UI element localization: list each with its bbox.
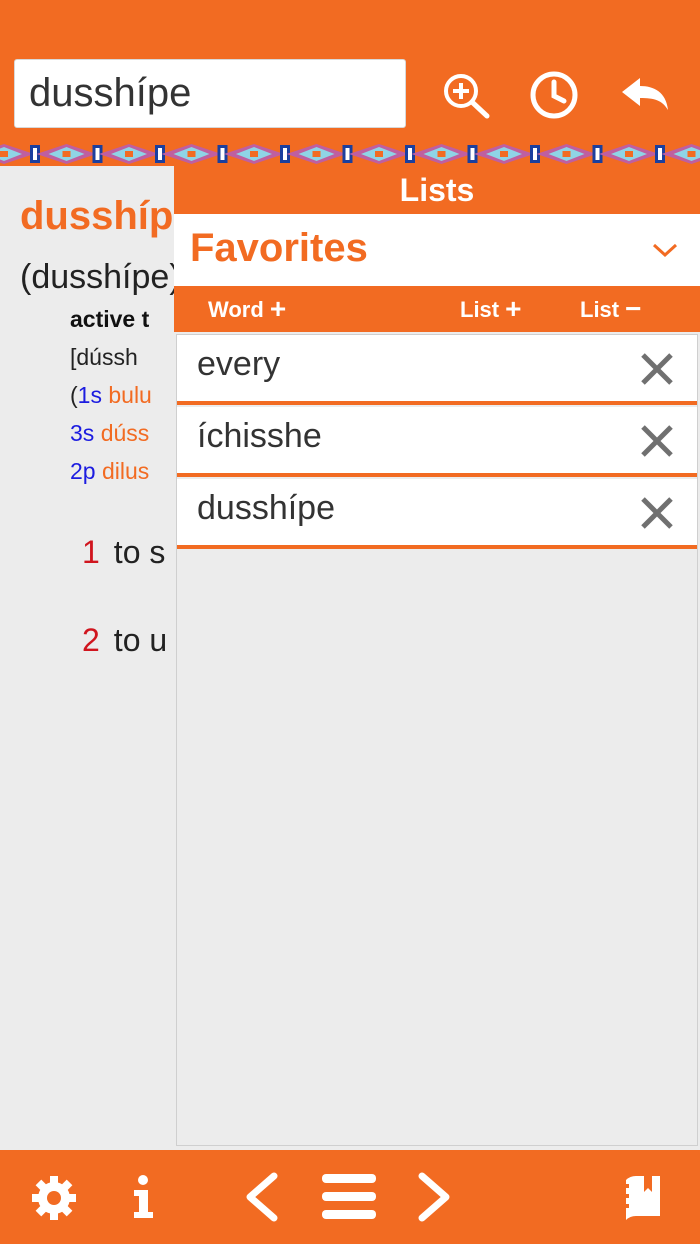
- entry-form: 3s dúss: [70, 420, 150, 446]
- dictionary-entry: dusshípe (dusshípe) active t [dússh (1s …: [0, 166, 180, 1150]
- list-item-word: íchisshe: [197, 417, 322, 455]
- list-item[interactable]: dusshípe: [177, 479, 697, 549]
- entry-parenthetical: (dusshípe): [20, 258, 180, 296]
- entry-sense: 1 to s: [82, 534, 166, 570]
- back-arrow-icon[interactable]: [618, 70, 670, 120]
- close-icon[interactable]: [639, 351, 675, 387]
- list-item-word: every: [197, 345, 281, 383]
- zoom-in-icon[interactable]: [440, 70, 492, 120]
- chevron-right-icon[interactable]: [414, 1170, 456, 1229]
- plus-icon: +: [269, 293, 287, 324]
- bottom-toolbar: [0, 1150, 700, 1244]
- entry-form: 2p dilus: [70, 458, 150, 484]
- add-list-button[interactable]: List +: [460, 286, 521, 332]
- entry-part-of-speech: active t: [70, 306, 150, 332]
- lists-panel: Lists Favorites Word + List + List − every …: [174, 166, 700, 1150]
- entry-pronunciation: [dússh: [70, 344, 138, 370]
- search-input[interactable]: dusshípe: [14, 59, 406, 128]
- selected-list-label: Favorites: [190, 226, 368, 270]
- list-selector[interactable]: Favorites: [174, 214, 700, 286]
- close-icon[interactable]: [639, 495, 675, 531]
- bookmark-book-icon[interactable]: [620, 1176, 666, 1227]
- gear-icon[interactable]: [26, 1174, 82, 1227]
- chevron-down-icon[interactable]: [650, 236, 680, 264]
- top-bar: dusshípe: [0, 0, 700, 142]
- list-action-bar: Word + List + List −: [174, 286, 700, 332]
- minus-icon: −: [625, 293, 642, 324]
- entry-form: (1s bulu: [70, 382, 152, 408]
- list-item-word: dusshípe: [197, 489, 335, 527]
- list-item[interactable]: every: [177, 335, 697, 405]
- remove-list-button[interactable]: List −: [580, 286, 641, 332]
- word-list[interactable]: every íchisshe dusshípe: [176, 334, 698, 1146]
- panel-title: Lists: [174, 166, 700, 214]
- chevron-left-icon[interactable]: [240, 1170, 282, 1229]
- close-icon[interactable]: [639, 423, 675, 459]
- entry-headword: dusshípe: [20, 194, 180, 238]
- entry-sense: 2 to u: [82, 622, 168, 658]
- list-item[interactable]: íchisshe: [177, 407, 697, 477]
- menu-icon[interactable]: [320, 1172, 378, 1227]
- info-icon[interactable]: [126, 1174, 160, 1227]
- plus-icon: +: [505, 293, 522, 324]
- decorative-bead-band: [0, 142, 700, 166]
- add-word-button[interactable]: Word +: [208, 286, 286, 332]
- history-clock-icon[interactable]: [528, 70, 580, 120]
